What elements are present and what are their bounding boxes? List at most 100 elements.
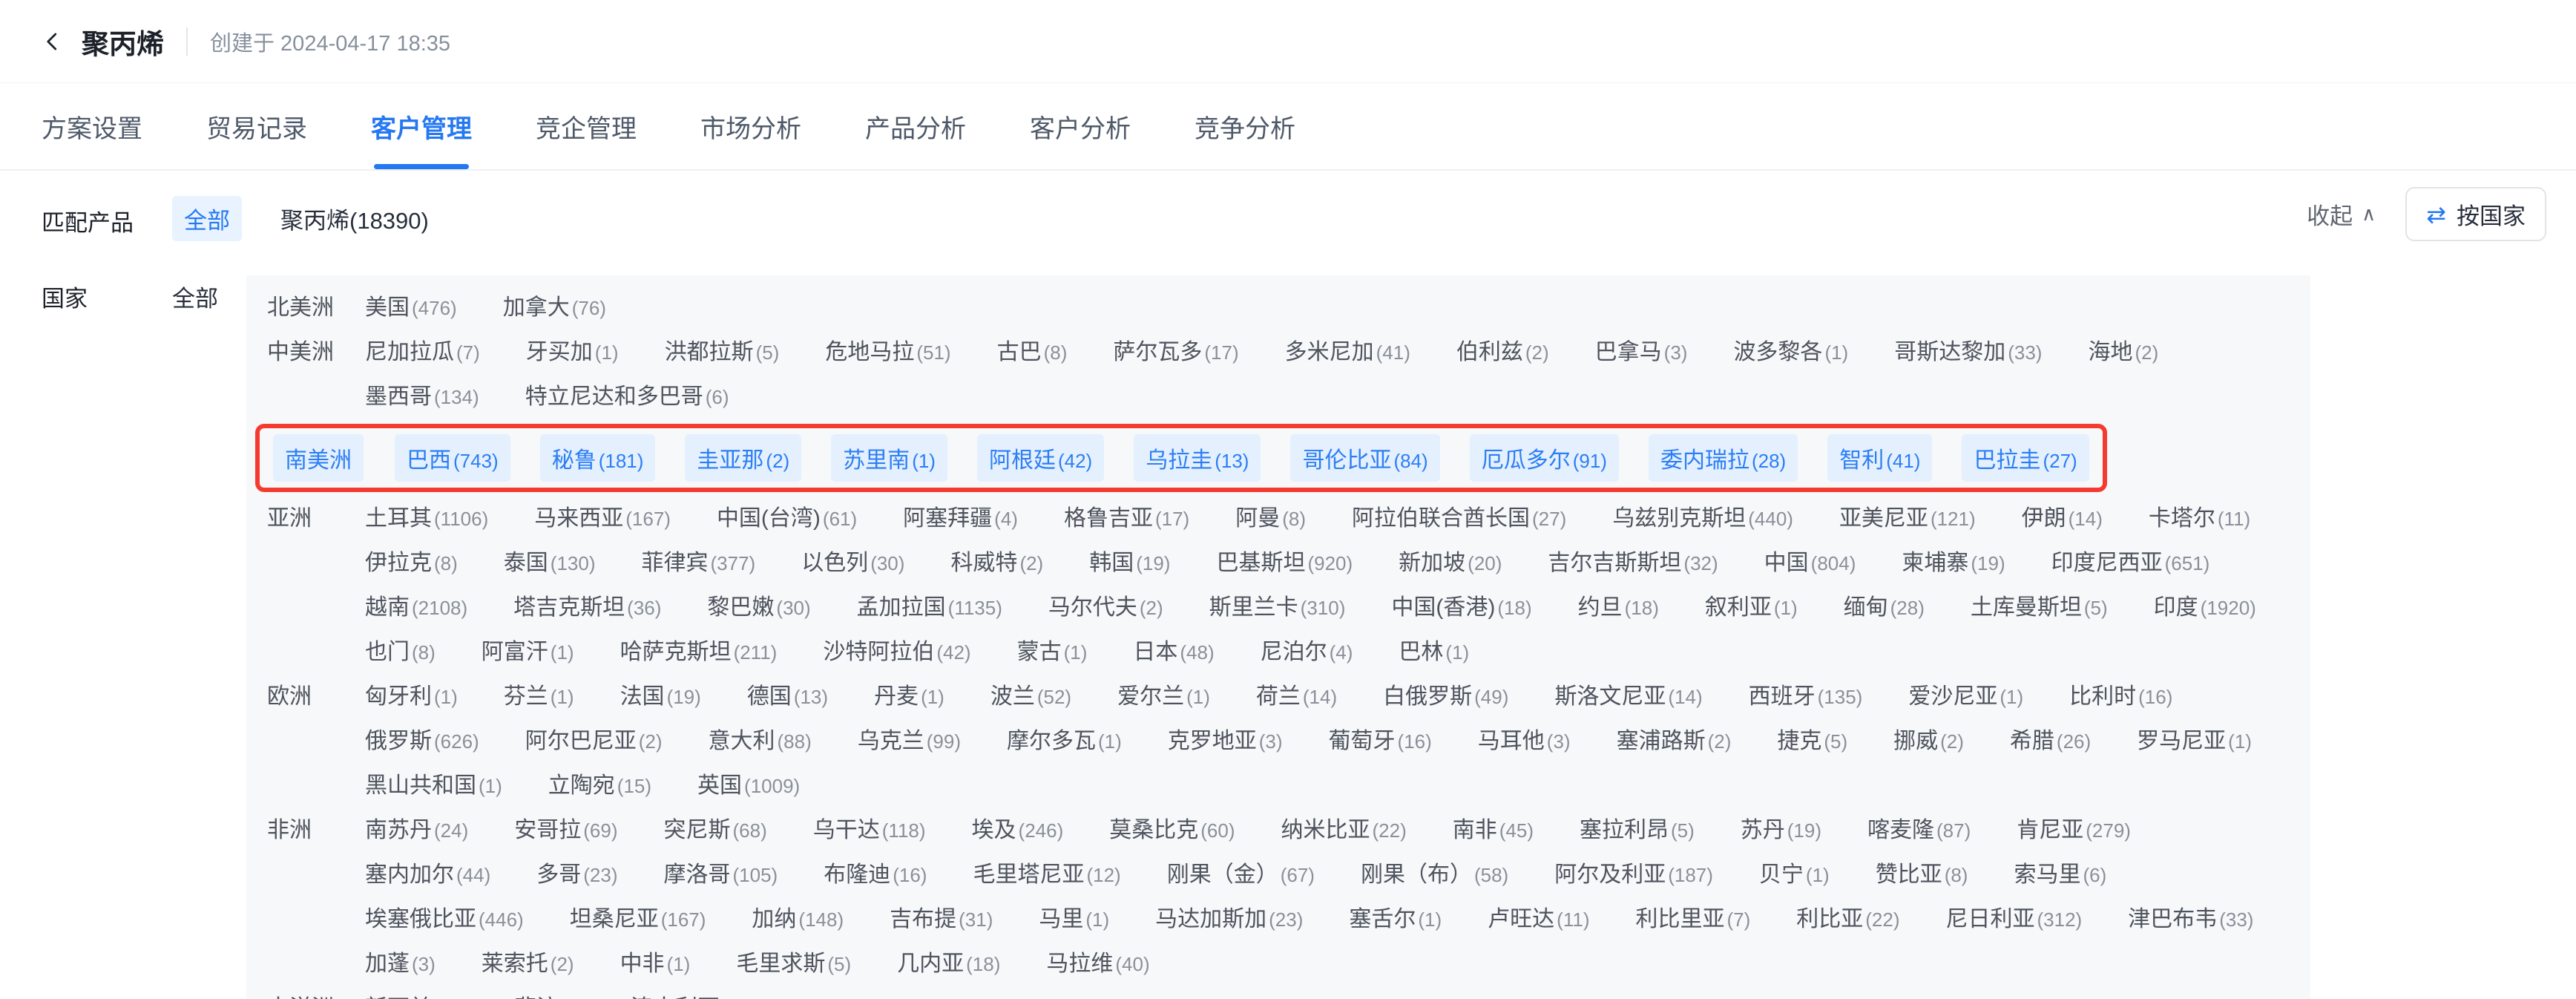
tab-客户分析[interactable]: 客户分析 bbox=[1030, 83, 1131, 169]
country-item[interactable]: 哈萨克斯坦(211) bbox=[620, 630, 778, 675]
country-item[interactable]: 德国(13) bbox=[747, 675, 828, 719]
country-item[interactable]: 肯尼亚(279) bbox=[2017, 808, 2131, 853]
country-item[interactable]: 乌拉圭(13) bbox=[1134, 434, 1261, 482]
country-item[interactable]: 几内亚(18) bbox=[897, 942, 1000, 986]
country-item[interactable]: 马达加斯加(23) bbox=[1155, 897, 1303, 942]
country-item[interactable]: 塔吉克斯坦(36) bbox=[513, 586, 661, 630]
country-item[interactable]: 比利时(16) bbox=[2069, 675, 2172, 719]
country-item[interactable]: 塞舌尔(1) bbox=[1349, 897, 1442, 942]
country-item[interactable]: 捷克(5) bbox=[1777, 719, 1847, 764]
country-item[interactable]: 阿富汗(1) bbox=[482, 630, 574, 675]
country-item[interactable]: 挪威(2) bbox=[1893, 719, 1964, 764]
country-item[interactable]: 印度尼西亚(651) bbox=[2051, 541, 2210, 586]
country-item[interactable]: 蒙古(1) bbox=[1017, 630, 1088, 675]
country-item[interactable]: 墨西哥(134) bbox=[365, 375, 479, 419]
country-item[interactable]: 希腊(26) bbox=[2010, 719, 2091, 764]
country-item[interactable]: 泰国(130) bbox=[504, 541, 596, 586]
country-item[interactable]: 新西兰(23) bbox=[365, 986, 468, 999]
country-item[interactable]: 特立尼达和多巴哥(6) bbox=[525, 375, 729, 419]
country-item[interactable]: 纳米比亚(22) bbox=[1281, 808, 1406, 853]
country-item[interactable]: 叙利亚(1) bbox=[1705, 586, 1798, 630]
country-item[interactable]: 索马里(6) bbox=[2014, 853, 2106, 897]
continent-label[interactable]: 南美洲 bbox=[273, 434, 364, 482]
country-item[interactable]: 韩国(19) bbox=[1089, 541, 1170, 586]
country-item[interactable]: 中国(804) bbox=[1764, 541, 1856, 586]
country-item[interactable]: 葡萄牙(16) bbox=[1329, 719, 1432, 764]
country-item[interactable]: 黎巴嫩(30) bbox=[707, 586, 810, 630]
country-item[interactable]: 阿根廷(42) bbox=[977, 434, 1104, 482]
country-item[interactable]: 吉尔吉斯斯坦(32) bbox=[1548, 541, 1718, 586]
country-item[interactable]: 哥斯达黎加(33) bbox=[1894, 330, 2042, 375]
country-item[interactable]: 中国(台湾)(61) bbox=[717, 497, 857, 541]
country-item[interactable]: 爱沙尼亚(1) bbox=[1908, 675, 2023, 719]
country-item[interactable]: 格鲁吉亚(17) bbox=[1064, 497, 1189, 541]
tab-市场分析[interactable]: 市场分析 bbox=[700, 83, 801, 169]
tab-产品分析[interactable]: 产品分析 bbox=[865, 83, 966, 169]
country-item[interactable]: 喀麦隆(87) bbox=[1867, 808, 1971, 853]
country-item[interactable]: 土耳其(1106) bbox=[365, 497, 488, 541]
country-item[interactable]: 马耳他(3) bbox=[1478, 719, 1571, 764]
country-item[interactable]: 津巴布韦(33) bbox=[2128, 897, 2253, 942]
country-item[interactable]: 苏里南(1) bbox=[831, 434, 947, 482]
country-item[interactable]: 巴西(743) bbox=[395, 434, 510, 482]
country-item[interactable]: 立陶宛(15) bbox=[548, 764, 651, 808]
product-all-chip[interactable]: 全部 bbox=[172, 196, 242, 241]
tab-竞企管理[interactable]: 竞企管理 bbox=[536, 83, 637, 169]
country-item[interactable]: 埃塞俄比亚(446) bbox=[365, 897, 524, 942]
country-item[interactable]: 亚美尼亚(121) bbox=[1839, 497, 1976, 541]
country-item[interactable]: 古巴(8) bbox=[997, 330, 1068, 375]
country-item[interactable]: 马来西亚(167) bbox=[534, 497, 671, 541]
country-item[interactable]: 菲律宾(377) bbox=[641, 541, 755, 586]
country-item[interactable]: 阿尔巴尼亚(2) bbox=[525, 719, 663, 764]
collapse-button[interactable]: 收起 ∧ bbox=[2307, 197, 2376, 231]
country-item[interactable]: 哥伦比亚(84) bbox=[1290, 434, 1439, 482]
country-item[interactable]: 布隆迪(16) bbox=[824, 853, 927, 897]
country-item[interactable]: 刚果（布）(58) bbox=[1361, 853, 1508, 897]
country-item[interactable]: 卡塔尔(11) bbox=[2149, 497, 2250, 541]
country-item[interactable]: 阿塞拜疆(4) bbox=[903, 497, 1018, 541]
country-item[interactable]: 埃及(246) bbox=[972, 808, 1064, 853]
country-item[interactable]: 牙买加(1) bbox=[526, 330, 619, 375]
country-item[interactable]: 赞比亚(8) bbox=[1876, 853, 1968, 897]
country-item[interactable]: 突尼斯(68) bbox=[664, 808, 767, 853]
country-item[interactable]: 柬埔寨(19) bbox=[1902, 541, 2005, 586]
country-item[interactable]: 英国(1009) bbox=[697, 764, 800, 808]
country-item[interactable]: 摩洛哥(105) bbox=[664, 853, 778, 897]
country-item[interactable]: 也门(8) bbox=[365, 630, 436, 675]
country-item[interactable]: 塞拉利昂(5) bbox=[1580, 808, 1695, 853]
country-item[interactable]: 莱索托(2) bbox=[482, 942, 574, 986]
country-item[interactable]: 美国(476) bbox=[365, 286, 457, 330]
country-item[interactable]: 以色列(30) bbox=[801, 541, 904, 586]
country-item[interactable]: 罗马尼亚(1) bbox=[2137, 719, 2252, 764]
country-item[interactable]: 海地(2) bbox=[2088, 330, 2158, 375]
country-item[interactable]: 沙特阿拉伯(42) bbox=[823, 630, 970, 675]
country-item[interactable]: 萨尔瓦多(17) bbox=[1113, 330, 1238, 375]
country-item[interactable]: 厄瓜多尔(91) bbox=[1470, 434, 1619, 482]
country-item[interactable]: 尼加拉瓜(7) bbox=[365, 330, 480, 375]
country-item[interactable]: 尼日利亚(312) bbox=[1946, 897, 2083, 942]
country-item[interactable]: 越南(2108) bbox=[365, 586, 467, 630]
country-item[interactable]: 中非(1) bbox=[620, 942, 691, 986]
country-item[interactable]: 毛里塔尼亚(12) bbox=[973, 853, 1120, 897]
country-item[interactable]: 日本(48) bbox=[1133, 630, 1214, 675]
country-item[interactable]: 科威特(2) bbox=[950, 541, 1043, 586]
country-item[interactable]: 卢旺达(11) bbox=[1488, 897, 1589, 942]
country-item[interactable]: 约旦(18) bbox=[1578, 586, 1659, 630]
country-item[interactable]: 马里(1) bbox=[1039, 897, 1109, 942]
country-item[interactable]: 爱尔兰(1) bbox=[1117, 675, 1210, 719]
country-item[interactable]: 乌兹别克斯坦(440) bbox=[1612, 497, 1793, 541]
country-item[interactable]: 克罗地亚(3) bbox=[1168, 719, 1283, 764]
country-item[interactable]: 澳大利亚(59) bbox=[631, 986, 756, 999]
country-item[interactable]: 莫桑比克(60) bbox=[1109, 808, 1235, 853]
country-item[interactable]: 圭亚那(2) bbox=[685, 434, 801, 482]
product-value[interactable]: 聚丙烯(18390) bbox=[280, 202, 429, 235]
country-item[interactable]: 匈牙利(1) bbox=[365, 675, 458, 719]
country-item[interactable]: 孟加拉国(1135) bbox=[857, 586, 1002, 630]
country-item[interactable]: 委内瑞拉(28) bbox=[1649, 434, 1798, 482]
country-item[interactable]: 新加坡(20) bbox=[1399, 541, 1502, 586]
country-item[interactable]: 伯利兹(2) bbox=[1456, 330, 1549, 375]
country-item[interactable]: 阿尔及利亚(187) bbox=[1554, 853, 1713, 897]
country-item[interactable]: 尼泊尔(4) bbox=[1261, 630, 1353, 675]
country-item[interactable]: 斐济(5) bbox=[514, 986, 585, 999]
country-item[interactable]: 多米尼加(41) bbox=[1285, 330, 1410, 375]
